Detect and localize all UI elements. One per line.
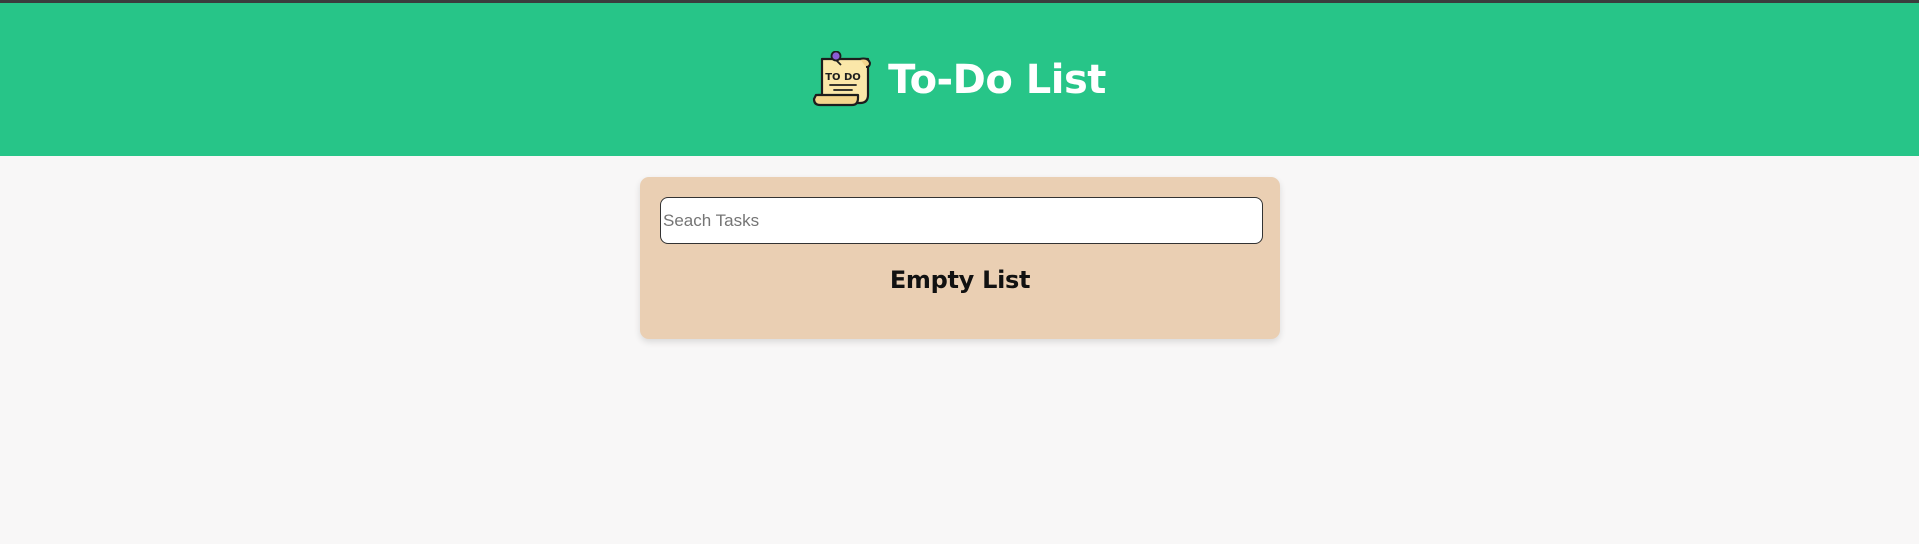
todo-note-icon: TO DO xyxy=(812,50,872,106)
task-card: Empty List xyxy=(640,177,1280,339)
brand: TO DO To-Do List xyxy=(812,50,1106,109)
app-title: To-Do List xyxy=(888,56,1106,103)
app-header: TO DO To-Do List xyxy=(0,3,1919,156)
empty-list-message: Empty List xyxy=(889,266,1031,294)
search-input[interactable] xyxy=(660,197,1263,244)
logo-text: TO DO xyxy=(825,72,861,83)
